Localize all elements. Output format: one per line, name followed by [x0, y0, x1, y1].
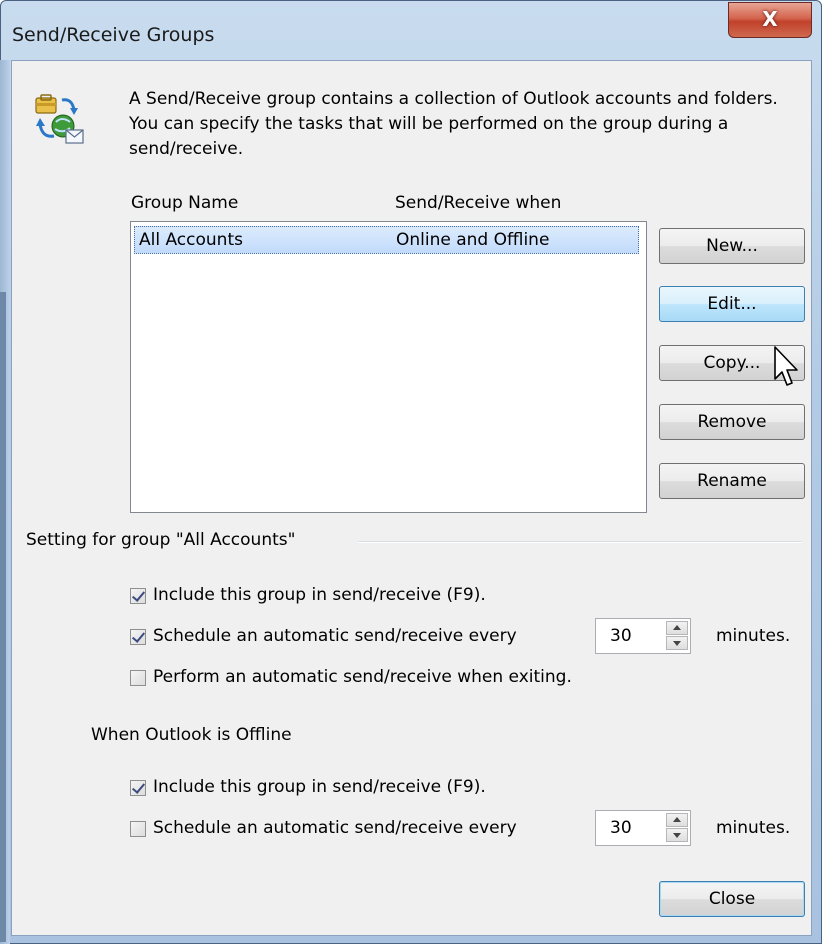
title-bar[interactable]: Send/Receive Groups X	[0, 0, 822, 60]
column-header-group-name: Group Name	[131, 193, 239, 213]
spin-up-icon[interactable]	[666, 621, 688, 635]
schedule-offline-minutes-value: 30	[610, 818, 632, 838]
mouse-pointer-icon	[774, 346, 798, 386]
new-button[interactable]: New...	[659, 228, 805, 264]
include-offline-label: Include this group in send/receive (F9).	[153, 777, 486, 797]
dialog-body: A Send/Receive group contains a collecti…	[11, 60, 812, 936]
schedule-online-unit: minutes.	[716, 626, 791, 646]
spin-up-icon[interactable]	[666, 813, 688, 827]
schedule-online-minutes-stepper[interactable]: 30	[595, 618, 691, 654]
rename-button[interactable]: Rename	[659, 463, 805, 499]
send-receive-groups-icon	[32, 92, 86, 146]
schedule-online-minutes-value: 30	[610, 626, 632, 646]
list-row-all-accounts[interactable]: All Accounts Online and Offline	[134, 226, 639, 254]
remove-button[interactable]: Remove	[659, 404, 805, 440]
group-name-cell: All Accounts	[139, 230, 243, 250]
schedule-online-label: Schedule an automatic send/receive every	[153, 626, 517, 646]
schedule-offline-minutes-stepper[interactable]: 30	[595, 810, 691, 846]
group-settings-label: Setting for group "All Accounts"	[26, 530, 304, 550]
include-online-checkbox[interactable]	[130, 588, 146, 604]
exiting-label: Perform an automatic send/receive when e…	[153, 667, 572, 687]
edit-button[interactable]: Edit...	[659, 286, 805, 322]
window-title: Send/Receive Groups	[12, 24, 215, 46]
include-online-label: Include this group in send/receive (F9).	[153, 585, 486, 605]
schedule-offline-checkbox[interactable]	[130, 821, 146, 837]
send-receive-when-cell: Online and Offline	[396, 230, 550, 250]
schedule-online-checkbox[interactable]	[130, 629, 146, 645]
schedule-offline-unit: minutes.	[716, 818, 791, 838]
column-header-send-receive-when: Send/Receive when	[395, 193, 562, 213]
schedule-offline-label: Schedule an automatic send/receive every	[153, 818, 517, 838]
offline-section-label: When Outlook is Offline	[91, 725, 292, 745]
background-window-edge	[0, 60, 10, 944]
spin-down-icon[interactable]	[666, 636, 688, 650]
close-window-button[interactable]: X	[728, 2, 812, 38]
dialog-description: A Send/Receive group contains a collecti…	[129, 89, 778, 159]
exiting-checkbox[interactable]	[130, 670, 146, 686]
spin-down-icon[interactable]	[666, 828, 688, 842]
group-divider	[358, 541, 802, 543]
close-button[interactable]: Close	[659, 881, 805, 917]
groups-list[interactable]: All Accounts Online and Offline	[130, 221, 647, 513]
include-offline-checkbox[interactable]	[130, 780, 146, 796]
